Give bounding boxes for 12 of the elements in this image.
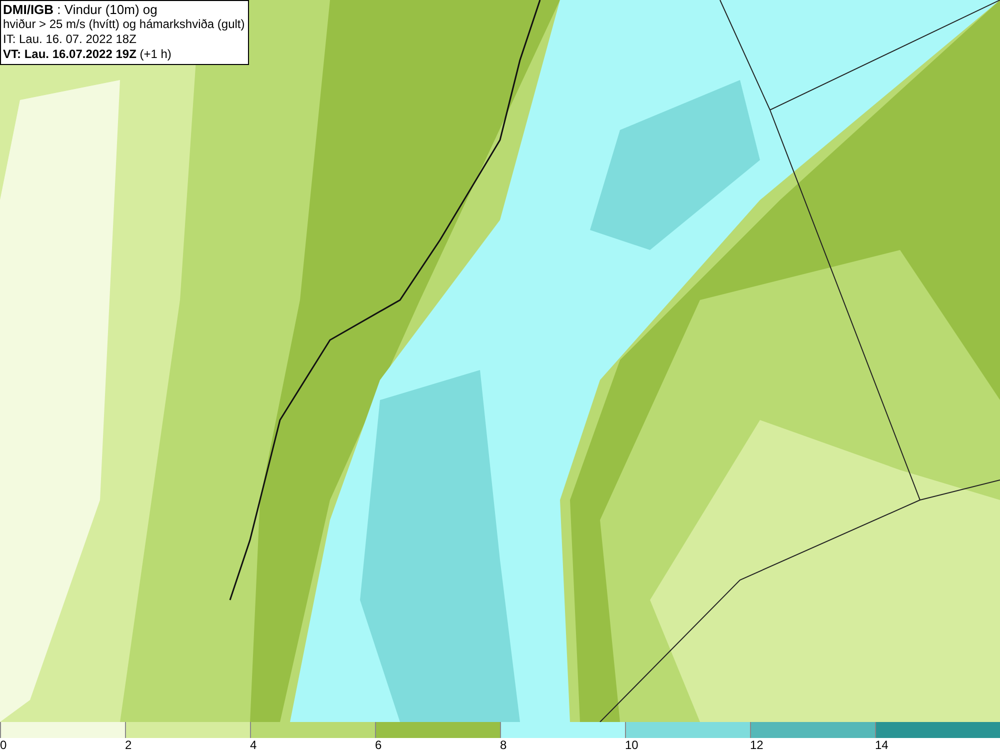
scale-label: 2 <box>125 738 133 752</box>
scale-label: 10 <box>625 738 640 752</box>
info-line: VT: Lau. 16.07.2022 19Z (+1 h) <box>3 47 172 62</box>
scale-label: 14 <box>875 738 890 752</box>
scale-label: 12 <box>750 738 764 752</box>
scale-label: 4 <box>250 738 258 752</box>
scale-label: 0 <box>0 738 8 752</box>
info-line: IT: Lau. 16. 07. 2022 18Z <box>3 32 138 47</box>
info-line: DMI/IGB : Vindur (10m) og <box>3 2 158 17</box>
scale-label: 8 <box>500 738 508 752</box>
scale-label: 6 <box>375 738 383 752</box>
info-line: hviður > 25 m/s (hvítt) og hámarkshviða (gult) <box>3 17 245 32</box>
